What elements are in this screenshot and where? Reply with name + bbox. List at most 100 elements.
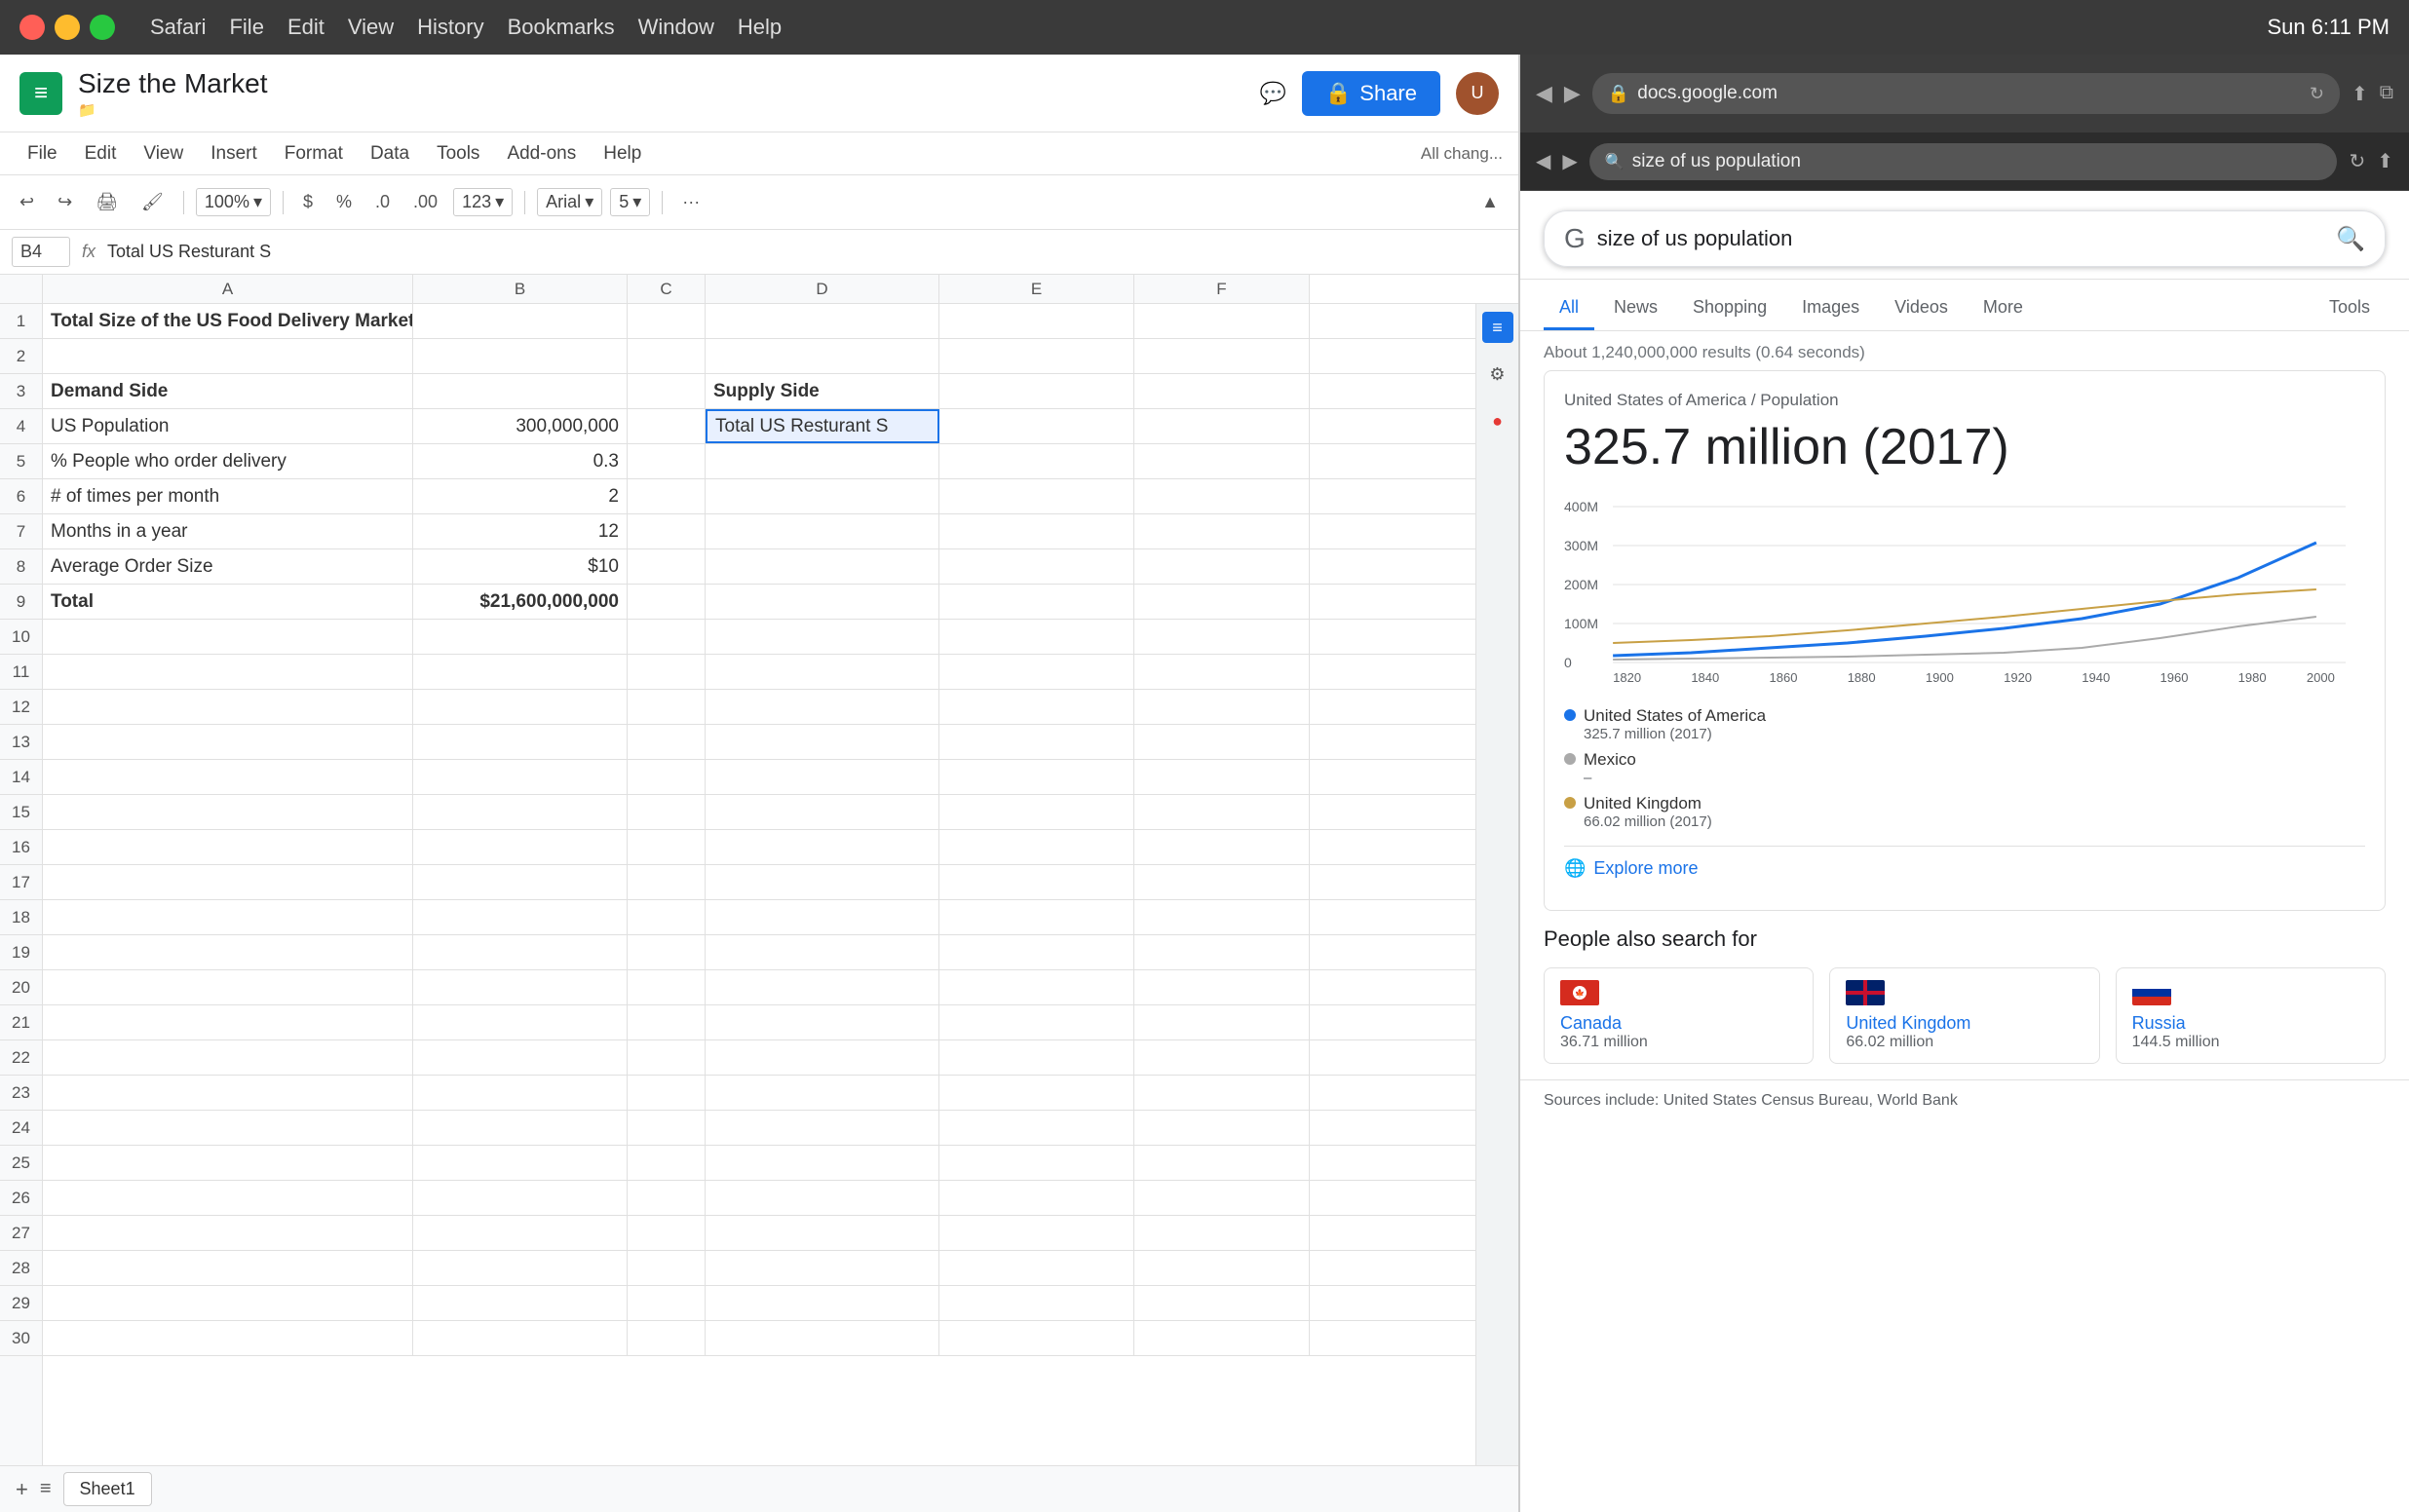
table-row[interactable]: [43, 1286, 1475, 1321]
cell-C7[interactable]: [628, 514, 706, 548]
cell-D9[interactable]: [706, 585, 939, 619]
row-num-6[interactable]: 6: [0, 479, 42, 514]
decimal-0-button[interactable]: .0: [367, 188, 398, 216]
cell-A8[interactable]: Average Order Size: [43, 549, 413, 584]
card-canada[interactable]: 🍁 Canada 36.71 million: [1544, 967, 1814, 1064]
zoom-dropdown[interactable]: 100% ▾: [196, 188, 271, 216]
cell-B4[interactable]: 300,000,000: [413, 409, 628, 443]
row-num-18[interactable]: 18: [0, 900, 42, 935]
cell-D3[interactable]: Supply Side: [706, 374, 939, 408]
row-num-17[interactable]: 17: [0, 865, 42, 900]
share-btn-2[interactable]: ⬆: [2377, 149, 2393, 173]
row-num-24[interactable]: 24: [0, 1111, 42, 1146]
cell-F8[interactable]: [1134, 549, 1310, 584]
cell-A4[interactable]: US Population: [43, 409, 413, 443]
cell-E1[interactable]: [939, 304, 1134, 338]
decimal-00-button[interactable]: .00: [405, 188, 445, 216]
row-num-5[interactable]: 5: [0, 444, 42, 479]
font-dropdown[interactable]: Arial ▾: [537, 188, 602, 216]
search-address-text[interactable]: size of us population: [1632, 151, 1801, 172]
cell-reference[interactable]: B4: [12, 237, 70, 267]
cell-D7[interactable]: [706, 514, 939, 548]
row-num-15[interactable]: 15: [0, 795, 42, 830]
cell-B6[interactable]: 2: [413, 479, 628, 513]
cell-B2[interactable]: [413, 339, 628, 373]
tab-more[interactable]: More: [1968, 287, 2039, 330]
cell-A3[interactable]: Demand Side: [43, 374, 413, 408]
row-num-26[interactable]: 26: [0, 1181, 42, 1216]
table-row[interactable]: [43, 655, 1475, 690]
mac-menu-edit[interactable]: Edit: [287, 15, 325, 40]
mac-menu-safari[interactable]: Safari: [150, 15, 206, 40]
menu-data[interactable]: Data: [359, 139, 421, 169]
cell-E9[interactable]: [939, 585, 1134, 619]
tab-news[interactable]: News: [1598, 287, 1673, 330]
row-num-29[interactable]: 29: [0, 1286, 42, 1321]
row-num-30[interactable]: 30: [0, 1321, 42, 1356]
cell-D2[interactable]: [706, 339, 939, 373]
reload-icon[interactable]: ↻: [2310, 84, 2324, 104]
tab-images[interactable]: Images: [1786, 287, 1875, 330]
row-num-22[interactable]: 22: [0, 1040, 42, 1076]
cell-D4[interactable]: Total US Resturant S: [706, 409, 939, 443]
cell-E6[interactable]: [939, 479, 1134, 513]
table-row[interactable]: [43, 1076, 1475, 1111]
url-text[interactable]: docs.google.com: [1637, 83, 2302, 104]
cell-E2[interactable]: [939, 339, 1134, 373]
tab-shopping[interactable]: Shopping: [1677, 287, 1782, 330]
cell-C6[interactable]: [628, 479, 706, 513]
table-row[interactable]: [43, 620, 1475, 655]
menu-edit[interactable]: Edit: [73, 139, 129, 169]
cell-F3[interactable]: [1134, 374, 1310, 408]
row-num-1[interactable]: 1: [0, 304, 42, 339]
file-icon[interactable]: 📁: [78, 101, 96, 119]
cell-F2[interactable]: [1134, 339, 1310, 373]
redo-button[interactable]: ↪: [50, 188, 80, 216]
table-row[interactable]: [43, 1251, 1475, 1286]
mac-menu-help[interactable]: Help: [738, 15, 782, 40]
cell-D1[interactable]: [706, 304, 939, 338]
font-size-dropdown[interactable]: 5 ▾: [610, 188, 650, 216]
cell-E4[interactable]: [939, 409, 1134, 443]
table-row[interactable]: [43, 1146, 1475, 1181]
table-row[interactable]: [43, 1181, 1475, 1216]
cell-A9[interactable]: Total: [43, 585, 413, 619]
row-num-8[interactable]: 8: [0, 549, 42, 585]
row-num-11[interactable]: 11: [0, 655, 42, 690]
card-russia-name[interactable]: Russia: [2132, 1013, 2369, 1034]
cell-F4[interactable]: [1134, 409, 1310, 443]
row-num-25[interactable]: 25: [0, 1146, 42, 1181]
row-num-7[interactable]: 7: [0, 514, 42, 549]
cell-B9[interactable]: $21,600,000,000: [413, 585, 628, 619]
card-canada-name[interactable]: Canada: [1560, 1013, 1797, 1034]
maximize-btn[interactable]: [90, 15, 115, 40]
paint-format-button[interactable]: 🖌: [134, 188, 172, 216]
sheet-tab-1[interactable]: Sheet1: [63, 1472, 152, 1506]
cell-C5[interactable]: [628, 444, 706, 478]
comment-icon[interactable]: 💬: [1259, 81, 1285, 106]
menu-tools[interactable]: Tools: [425, 139, 491, 169]
cell-F5[interactable]: [1134, 444, 1310, 478]
close-btn[interactable]: [19, 15, 45, 40]
cell-F9[interactable]: [1134, 585, 1310, 619]
reload-btn-2[interactable]: ↻: [2349, 149, 2365, 173]
row-num-19[interactable]: 19: [0, 935, 42, 970]
cell-C2[interactable]: [628, 339, 706, 373]
row-num-16[interactable]: 16: [0, 830, 42, 865]
search-submit-icon[interactable]: 🔍: [2336, 225, 2365, 253]
share-browser-icon[interactable]: ⬆: [2352, 82, 2368, 106]
tab-tools[interactable]: Tools: [2313, 287, 2386, 330]
table-row[interactable]: [43, 865, 1475, 900]
address-bar[interactable]: 🔒 docs.google.com ↻: [1592, 73, 2340, 114]
menu-help[interactable]: Help: [592, 139, 653, 169]
cell-C9[interactable]: [628, 585, 706, 619]
cell-B7[interactable]: 12: [413, 514, 628, 548]
menu-view[interactable]: View: [132, 139, 195, 169]
col-header-F[interactable]: F: [1134, 275, 1310, 303]
row-num-14[interactable]: 14: [0, 760, 42, 795]
cell-A6[interactable]: # of times per month: [43, 479, 413, 513]
cell-A2[interactable]: [43, 339, 413, 373]
add-sheet-button[interactable]: +: [16, 1477, 28, 1502]
col-header-D[interactable]: D: [706, 275, 939, 303]
collapse-toolbar-button[interactable]: ▲: [1473, 188, 1507, 216]
